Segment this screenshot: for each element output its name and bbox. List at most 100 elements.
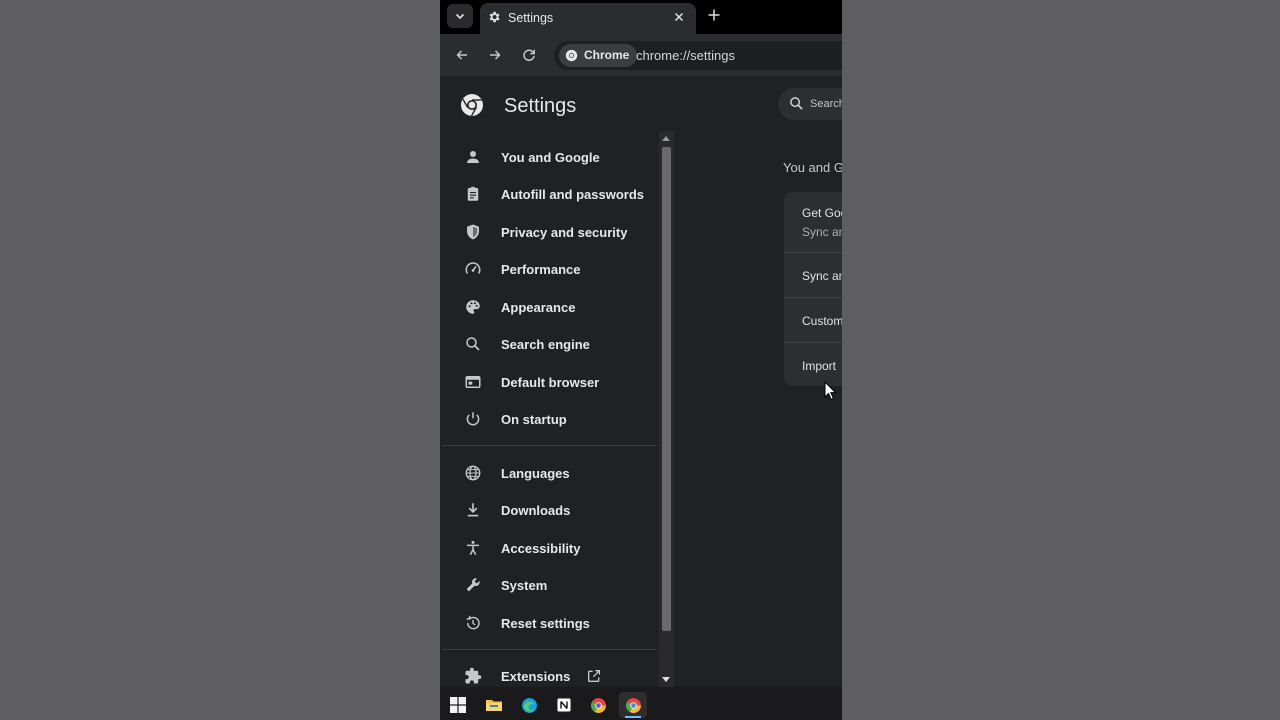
card-row-title: Sync an (802, 269, 842, 283)
accessibility-icon (467, 540, 479, 556)
chevron-down-icon (455, 13, 465, 20)
chrome-logo-icon (565, 49, 578, 62)
sidebar-item-reset-settings[interactable]: Reset settings (462, 608, 590, 638)
tab-settings[interactable]: Settings (480, 3, 696, 34)
new-tab-plus-icon[interactable] (706, 7, 722, 23)
taskbar-chrome-active[interactable] (619, 692, 647, 718)
search-placeholder: Search (810, 98, 842, 110)
sidebar-item-label: Performance (501, 261, 581, 277)
tab-search-button[interactable] (447, 4, 473, 28)
sidebar-item-label: Extensions (501, 668, 571, 684)
url-text: chrome://settings (636, 48, 735, 63)
sidebar-item-system[interactable]: System (462, 570, 547, 600)
taskbar-notion[interactable] (550, 692, 578, 718)
palette-icon (466, 300, 480, 314)
sidebar-item-label: Languages (501, 465, 570, 481)
sidebar-item-privacy[interactable]: Privacy and security (462, 217, 627, 247)
search-icon (790, 97, 803, 110)
search-input[interactable]: Search (778, 88, 842, 120)
download-icon (467, 503, 479, 517)
speedometer-icon (465, 262, 481, 274)
wrench-icon (466, 578, 480, 592)
card-row-title: Get Goo (802, 206, 842, 220)
sidebar-divider (442, 445, 657, 446)
mouse-cursor-icon (824, 381, 837, 401)
sidebar-item-you-and-google[interactable]: You and Google (462, 142, 600, 172)
sidebar-divider (442, 649, 657, 650)
chrome-logo-icon (461, 94, 483, 117)
site-chip[interactable]: Chrome (559, 44, 638, 67)
sidebar-item-label: You and Google (501, 149, 600, 165)
clipboard-icon (467, 186, 479, 201)
address-bar[interactable]: Chrome chrome://settings (554, 41, 842, 70)
card-row-title: Custom (802, 314, 842, 328)
forward-button[interactable] (486, 46, 504, 64)
sidebar-item-label: Downloads (501, 502, 571, 518)
sidebar-item-downloads[interactable]: Downloads (462, 495, 570, 525)
active-indicator (625, 716, 641, 718)
card-row-subtitle: Sync an (802, 225, 842, 239)
sidebar-scrollbar[interactable] (659, 131, 674, 687)
search-icon (466, 337, 480, 351)
you-and-google-card: Get Goo Sync an Sync an Custom Import (784, 192, 842, 386)
sidebar-item-appearance[interactable]: Appearance (462, 292, 575, 322)
taskbar-edge[interactable] (515, 692, 543, 718)
sidebar-item-label: On startup (501, 411, 567, 427)
browser-window: Settings Chrome chrome://settings Settin… (440, 0, 842, 720)
sidebar-item-label: System (501, 577, 548, 593)
windows-logo-icon (450, 697, 466, 713)
sidebar-item-label: Appearance (501, 299, 576, 315)
puzzle-icon (465, 667, 482, 684)
arrow-left-icon (456, 50, 467, 60)
card-row-sync[interactable]: Sync an (784, 253, 842, 297)
page-title: Settings (504, 95, 577, 117)
back-button[interactable] (453, 46, 471, 64)
person-icon (467, 151, 479, 163)
history-icon (466, 615, 480, 630)
taskbar-file-explorer[interactable] (480, 692, 508, 718)
sidebar-item-label: Accessibility (501, 540, 581, 556)
sidebar-item-label: Autofill and passwords (501, 186, 645, 202)
edge-logo-icon (521, 697, 537, 713)
sidebar-item-label: Search engine (501, 336, 590, 352)
close-icon[interactable] (672, 10, 686, 24)
sidebar-item-on-startup[interactable]: On startup (462, 404, 567, 434)
sidebar-item-autofill[interactable]: Autofill and passwords (462, 179, 644, 209)
scroll-down-arrow[interactable] (662, 677, 670, 682)
sidebar-item-accessibility[interactable]: Accessibility (462, 533, 581, 563)
section-title: You and G (783, 160, 842, 175)
sidebar-item-performance[interactable]: Performance (462, 254, 580, 284)
start-button[interactable] (444, 692, 472, 718)
scroll-up-arrow[interactable] (662, 136, 670, 141)
taskbar (440, 687, 842, 720)
reload-icon (523, 49, 535, 62)
shield-icon (467, 224, 479, 240)
external-link-icon (588, 670, 601, 682)
toolbar: Chrome chrome://settings (440, 34, 842, 76)
folder-icon (486, 700, 502, 711)
taskbar-chrome-alt[interactable] (584, 692, 612, 718)
card-row-customize[interactable]: Custom (784, 298, 842, 342)
gear-icon (489, 11, 500, 23)
sidebar-item-search-engine[interactable]: Search engine (462, 329, 590, 359)
card-row-get-google[interactable]: Get Goo Sync an (784, 192, 842, 252)
sidebar-item-label: Privacy and security (501, 224, 628, 240)
power-icon (466, 412, 480, 426)
arrow-right-icon (490, 50, 501, 60)
globe-icon (465, 465, 481, 481)
site-chip-label: Chrome (584, 48, 630, 62)
sidebar-item-label: Default browser (501, 374, 600, 390)
notion-logo-icon (556, 697, 572, 713)
reload-button[interactable] (520, 46, 538, 64)
chrome-logo-icon (590, 697, 606, 713)
card-row-title: Import (802, 359, 837, 373)
card-row-import[interactable]: Import (784, 343, 842, 386)
tab-title: Settings (508, 11, 554, 25)
scrollbar-thumb[interactable] (662, 147, 671, 631)
tab-strip: Settings (440, 0, 842, 34)
browser-window-icon (465, 376, 481, 388)
sidebar-item-default-browser[interactable]: Default browser (462, 367, 599, 397)
chrome-logo-icon (625, 697, 641, 713)
sidebar-item-languages[interactable]: Languages (462, 458, 570, 488)
sidebar-item-label: Reset settings (501, 615, 590, 631)
